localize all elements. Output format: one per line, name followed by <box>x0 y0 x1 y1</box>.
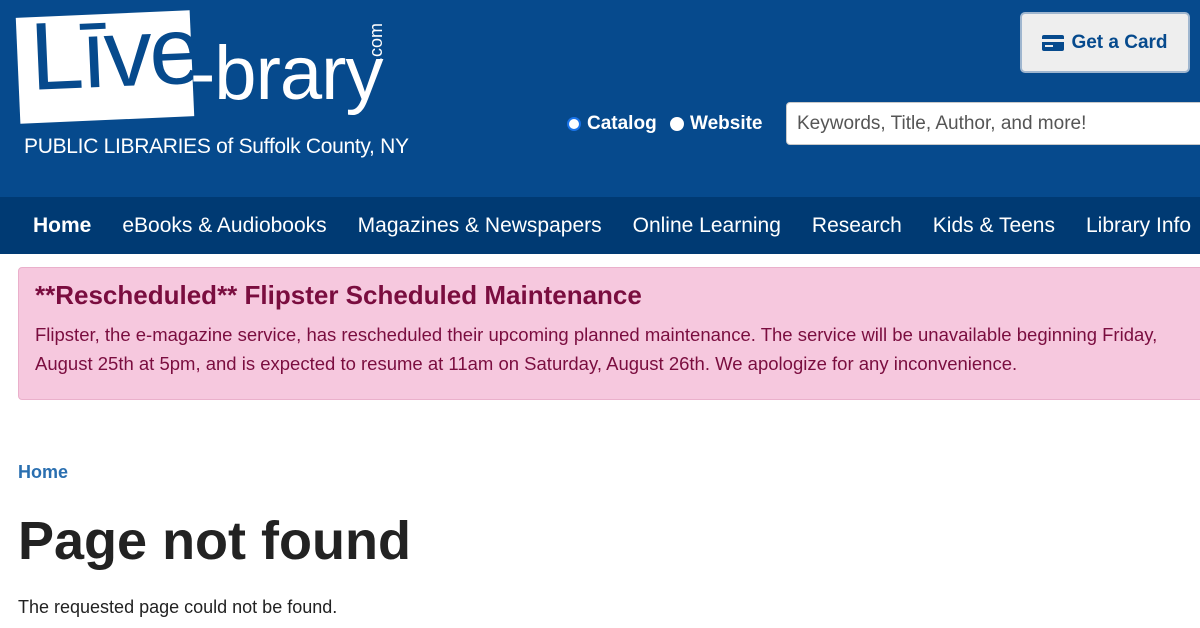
nav-item-home[interactable]: Home <box>33 214 91 238</box>
radio-selected-icon[interactable] <box>567 117 581 131</box>
nav-item-kids-teens[interactable]: Kids & Teens <box>933 214 1055 238</box>
get-a-card-label: Get a Card <box>1071 31 1168 53</box>
breadcrumb-home-link[interactable]: Home <box>18 462 68 483</box>
alert-title: **Rescheduled** Flipster Scheduled Maint… <box>35 280 642 310</box>
credit-card-icon <box>1042 34 1065 51</box>
maintenance-alert: **Rescheduled** Flipster Scheduled Maint… <box>18 267 1200 400</box>
page-not-found-message: The requested page could not be found. <box>18 597 338 617</box>
get-a-card-button[interactable]: Get a Card <box>1020 12 1190 73</box>
search-scope-catalog-label: Catalog <box>587 113 657 134</box>
site-header: Līve -brary .com PUBLIC LIBRARIES of Suf… <box>0 0 1200 197</box>
main-nav: Home eBooks & Audiobooks Magazines & New… <box>0 197 1200 254</box>
logo-tagline: PUBLIC LIBRARIES of Suffolk County, NY <box>24 135 409 158</box>
nav-item-ebooks-audiobooks[interactable]: eBooks & Audiobooks <box>122 214 326 238</box>
radio-unselected-icon[interactable] <box>670 117 684 131</box>
nav-item-library-info[interactable]: Library Info <box>1086 214 1191 238</box>
nav-item-online-learning[interactable]: Online Learning <box>633 214 781 238</box>
nav-item-research[interactable]: Research <box>812 214 902 238</box>
logo-com-text: .com <box>366 22 386 62</box>
search-scope-catalog[interactable]: Catalog <box>567 112 657 136</box>
nav-item-magazines-newspapers[interactable]: Magazines & Newspapers <box>358 214 602 238</box>
page-title: Page not found <box>18 511 411 571</box>
logo-live-text[interactable]: Līve <box>28 0 202 111</box>
search-input[interactable] <box>786 102 1200 145</box>
search-scope-website-label: Website <box>690 113 763 134</box>
alert-body: Flipster, the e-magazine service, has re… <box>35 324 1158 374</box>
logo-brary-text[interactable]: -brary <box>190 36 383 112</box>
search-scope-website[interactable]: Website <box>670 112 763 136</box>
